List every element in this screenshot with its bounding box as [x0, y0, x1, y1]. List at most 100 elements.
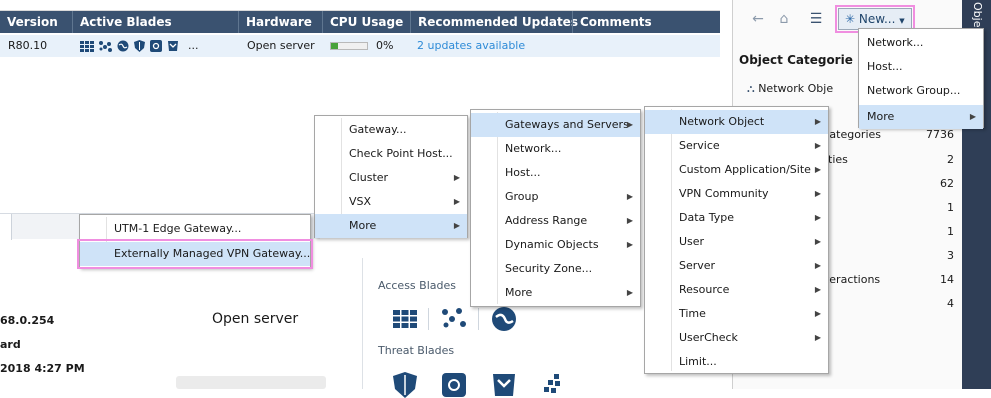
- custom-application-item[interactable]: Custom Application/Site ▶: [645, 158, 828, 182]
- col-cpu-usage[interactable]: CPU Usage: [322, 11, 403, 33]
- details-tab[interactable]: [0, 214, 12, 240]
- app-control-blade-icon[interactable]: [491, 306, 517, 332]
- submenu-arrow-icon: ▶: [626, 192, 633, 201]
- category-row[interactable]: 1: [818, 201, 958, 219]
- star-icon: ✳: [845, 12, 856, 26]
- usercheck-item[interactable]: UserCheck ▶: [645, 326, 828, 350]
- gateway-item[interactable]: Gateway...: [315, 118, 467, 142]
- address-range-item[interactable]: Address Range ▶: [471, 209, 640, 233]
- col-recommended-updates[interactable]: Recommended Updates: [410, 11, 578, 33]
- updates-link[interactable]: 2 updates available: [410, 35, 525, 57]
- col-version[interactable]: Version: [0, 11, 58, 33]
- category-count: 1: [947, 201, 954, 214]
- list-icon[interactable]: ☰: [805, 8, 827, 30]
- category-row[interactable]: 1: [818, 225, 958, 243]
- menu-item-label: Network...: [505, 142, 562, 155]
- menu-item-label: Dynamic Objects: [505, 238, 599, 251]
- data-type-item[interactable]: Data Type ▶: [645, 206, 828, 230]
- category-count: 1: [947, 225, 954, 238]
- host-item[interactable]: Host...: [471, 161, 640, 185]
- category-row[interactable]: s3: [818, 249, 958, 267]
- ips-blade-icon[interactable]: [392, 372, 418, 398]
- menu-item-label: Host...: [867, 60, 903, 73]
- new-object-button[interactable]: ✳ New... ▼: [835, 5, 915, 33]
- category-row[interactable]: /Categories 7736: [818, 128, 958, 146]
- utm-edge-gateway-item[interactable]: UTM-1 Edge Gateway...: [80, 217, 310, 241]
- new-network-item[interactable]: Network...: [859, 31, 983, 55]
- submenu-arrow-icon: ▶: [453, 221, 460, 230]
- chevron-down-icon: ▼: [899, 17, 905, 25]
- category-row[interactable]: 4: [818, 297, 958, 315]
- menu-item-label: Data Type: [679, 211, 735, 224]
- gateway-more-item[interactable]: More ▶: [315, 214, 467, 238]
- resource-item[interactable]: Resource ▶: [645, 278, 828, 302]
- cluster-item[interactable]: Cluster ▶: [315, 166, 467, 190]
- submenu-arrow-icon: ▶: [814, 261, 821, 270]
- gateway-menu: Gateway... Check Point Host... Cluster ▶ …: [314, 115, 468, 238]
- menu-item-label: Host...: [505, 166, 541, 179]
- servers-more-item[interactable]: More ▶: [471, 281, 640, 305]
- limit-item[interactable]: Limit...: [645, 350, 828, 374]
- submenu-arrow-icon: ▶: [626, 120, 633, 129]
- threat-emulation-blade-icon[interactable]: [541, 372, 567, 398]
- menu-item-label: Check Point Host...: [349, 147, 453, 160]
- col-active-blades[interactable]: Active Blades: [72, 11, 172, 33]
- category-count: 62: [940, 177, 954, 190]
- network-tree-icon: ⛬: [747, 82, 755, 95]
- category-row[interactable]: 62: [818, 177, 958, 195]
- firewall-blade-icon[interactable]: [392, 306, 418, 332]
- category-count: 3: [947, 249, 954, 262]
- antivirus-blade-icon[interactable]: [491, 372, 517, 398]
- back-arrow-icon[interactable]: ←: [747, 8, 769, 30]
- antibot-blade-icon[interactable]: [441, 372, 467, 398]
- network-objects-item[interactable]: ⛬ Network Obje: [747, 82, 833, 96]
- network-item[interactable]: Network...: [471, 137, 640, 161]
- menu-item-label: Address Range: [505, 214, 588, 227]
- submenu-arrow-icon: ▶: [453, 173, 460, 182]
- table-row[interactable]: R80.10 ... Open server 0% 2 updates avai…: [0, 35, 720, 57]
- menu-item-label: More: [349, 219, 377, 232]
- row-version: R80.10: [8, 39, 48, 52]
- user-item[interactable]: User ▶: [645, 230, 828, 254]
- col-comments[interactable]: Comments: [572, 11, 652, 33]
- new-button-label: New...: [858, 12, 896, 26]
- server-item[interactable]: Server ▶: [645, 254, 828, 278]
- menu-item-label: Network Group...: [867, 84, 961, 97]
- category-row[interactable]: nities 2: [818, 153, 958, 171]
- icon-separator: [428, 308, 429, 330]
- vpn-blade-icon[interactable]: [441, 306, 467, 332]
- object-categories-title: Object Categorie: [739, 53, 853, 67]
- service-item[interactable]: Service ▶: [645, 134, 828, 158]
- submenu-arrow-icon: ▶: [626, 240, 633, 249]
- nodes-icon: [99, 40, 112, 52]
- hardware-label: Open server: [212, 311, 299, 327]
- menu-item-label: Cluster: [349, 171, 389, 184]
- gateways-and-servers-item[interactable]: Gateways and Servers ▶: [471, 113, 640, 137]
- externally-managed-vpn-gateway-item[interactable]: Externally Managed VPN Gateway...: [77, 239, 313, 269]
- group-item[interactable]: Group ▶: [471, 185, 640, 209]
- network-objects-label: Network Obje: [758, 82, 834, 95]
- security-zone-item[interactable]: Security Zone...: [471, 257, 640, 281]
- network-object-item[interactable]: Network Object ▶: [645, 110, 828, 134]
- new-more-item[interactable]: More ▶: [859, 105, 983, 129]
- category-count: 2: [947, 153, 954, 166]
- vsx-item[interactable]: VSX ▶: [315, 190, 467, 214]
- menu-item-label: Custom Application/Site: [679, 163, 811, 176]
- new-network-group-item[interactable]: Network Group...: [859, 79, 983, 103]
- shield-icon: [134, 40, 145, 52]
- menu-item-label: Network...: [867, 36, 924, 49]
- check-point-host-item[interactable]: Check Point Host...: [315, 142, 467, 166]
- col-hardware[interactable]: Hardware: [238, 11, 312, 33]
- home-icon[interactable]: ⌂: [773, 8, 795, 30]
- new-host-item[interactable]: Host...: [859, 55, 983, 79]
- dynamic-objects-item[interactable]: Dynamic Objects ▶: [471, 233, 640, 257]
- menu-item-label: Gateways and Servers: [505, 118, 629, 131]
- time-item[interactable]: Time ▶: [645, 302, 828, 326]
- menu-item-label: Limit...: [679, 355, 717, 368]
- category-row[interactable]: nteractions 14: [818, 273, 958, 291]
- menu-item-label: Service: [679, 139, 720, 152]
- submenu-arrow-icon: ▶: [814, 309, 821, 318]
- submenu-arrow-icon: ▶: [814, 165, 821, 174]
- menu-item-label: Gateway...: [349, 123, 407, 136]
- vpn-community-item[interactable]: VPN Community ▶: [645, 182, 828, 206]
